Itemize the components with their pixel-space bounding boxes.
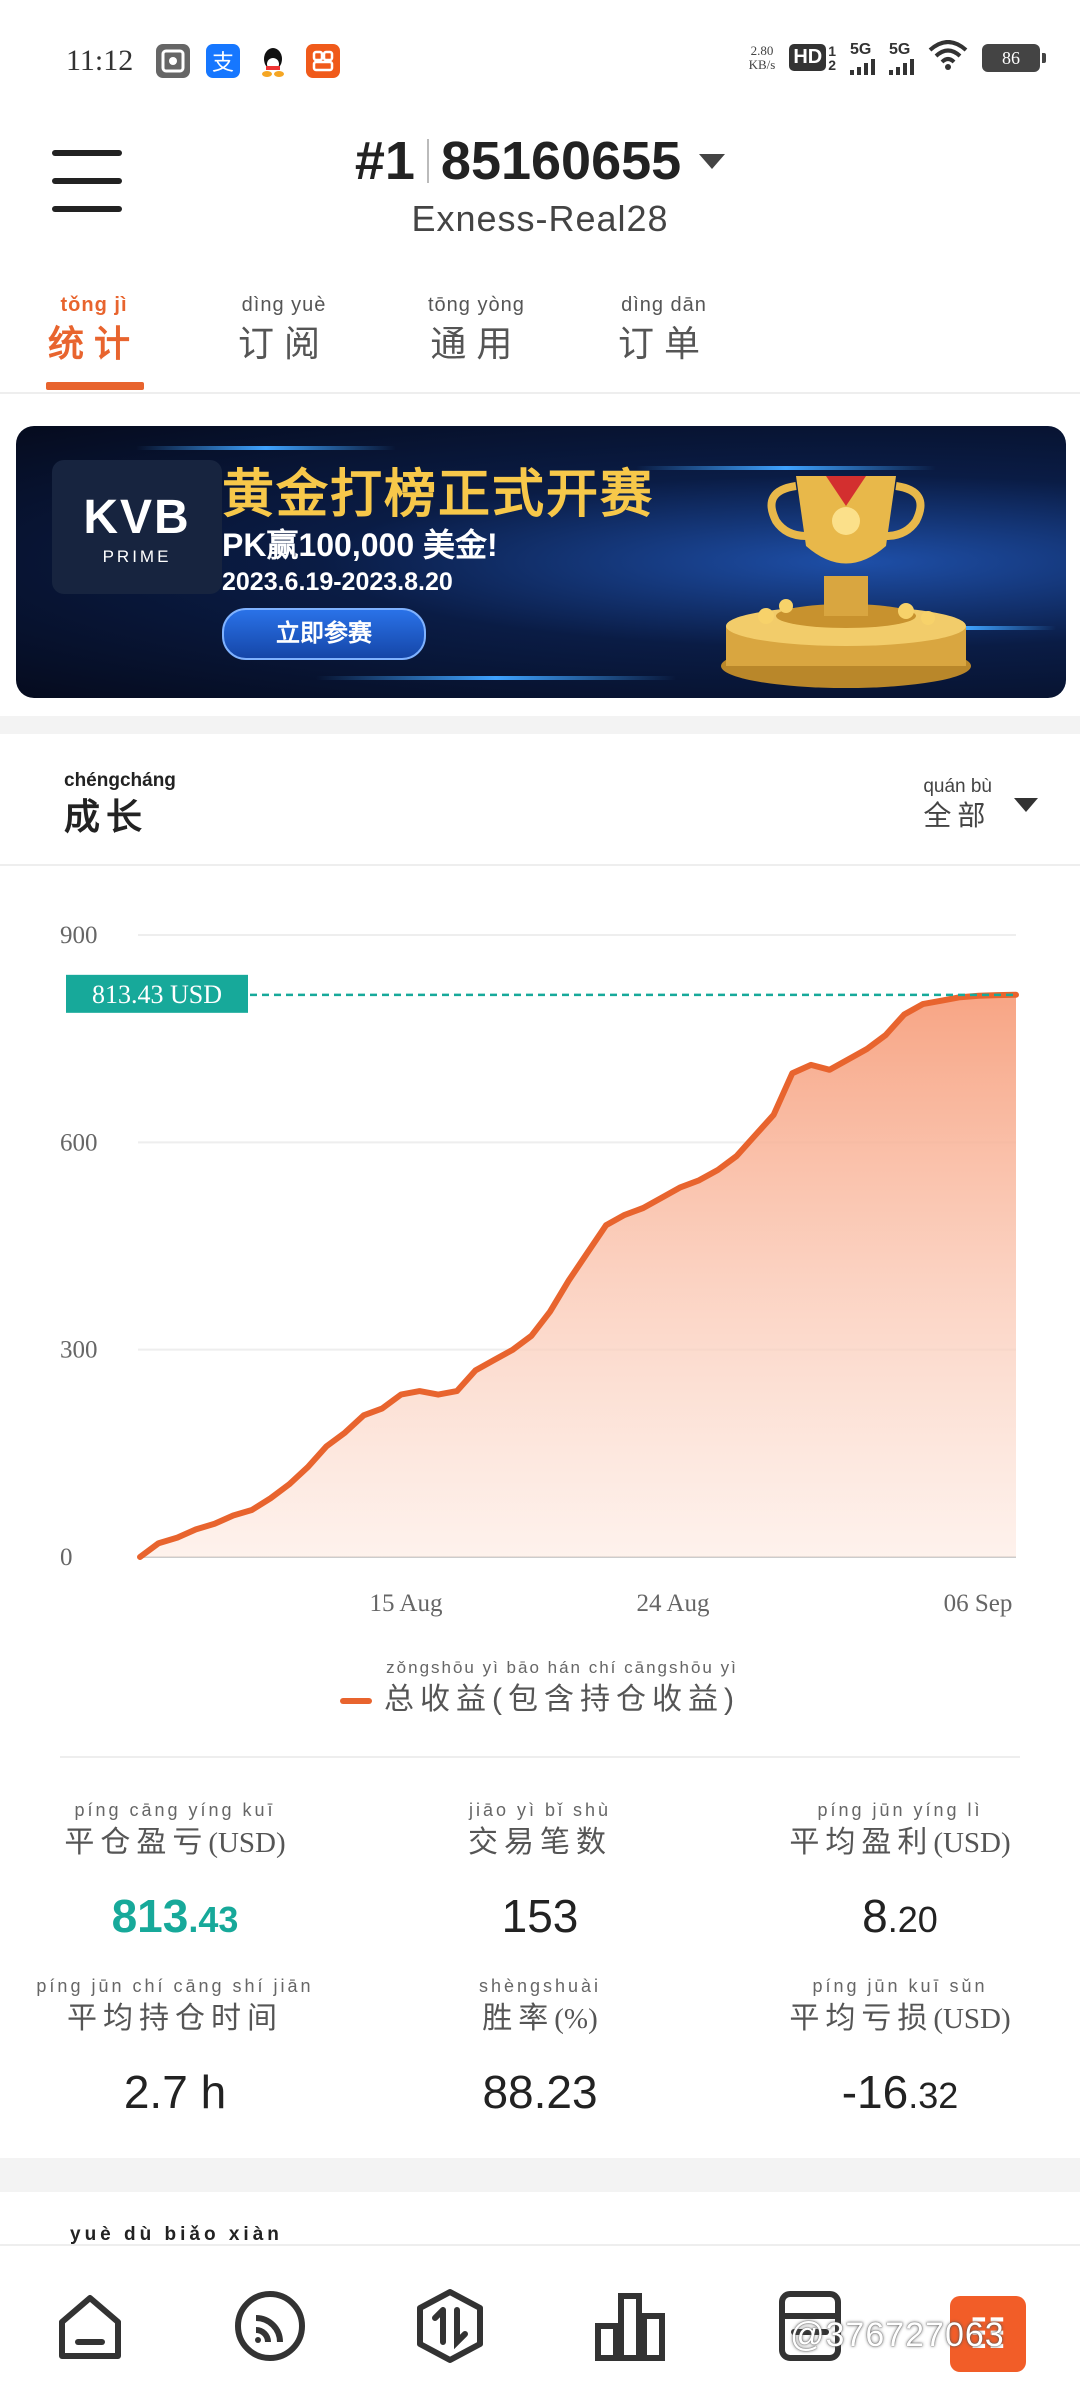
app-grid-icon [306, 44, 340, 78]
feed-icon[interactable] [230, 2286, 310, 2366]
growth-title: chéngcháng 成长 [64, 770, 176, 837]
light-streak [136, 446, 396, 450]
chart-legend: zǒngshōu yì bāo hán chí cāngshōu yì 总收益(… [0, 1658, 1080, 1718]
account-number: 85160655 [440, 131, 682, 191]
home-icon[interactable] [50, 2286, 130, 2366]
range-filter-dropdown[interactable]: quán bù 全部 [923, 776, 1038, 834]
banner-subtitle: PK赢100,000 美金! [222, 527, 498, 563]
x-tick-label: 15 Aug [370, 1590, 443, 1617]
y-tick-label: 300 [60, 1337, 98, 1364]
tab-bar: tǒng jì 统计 dìng yuè 订阅 tōng yòng 通用 dìng dā… [0, 280, 1080, 394]
account-rank: #1 [354, 131, 415, 191]
stat-avg-loss: píng jūn kuī sǔn 平均亏损(USD) -16.32 [789, 1976, 1011, 2118]
divider [60, 1756, 1020, 1758]
stat-avg-profit: píng jūn yíng lì 平均盈利(USD) 8.20 [789, 1800, 1011, 1942]
current-value-label: 813.43 USD [92, 980, 222, 1009]
trophy-icon [721, 476, 971, 688]
x-tick-label: 06 Sep [944, 1590, 1013, 1617]
join-button[interactable]: 立即参赛 [222, 608, 426, 660]
status-bar: 11:12 支 2.80 KB/s HD 12 5G 5G 86 [0, 0, 1080, 120]
x-tick-label: 24 Aug [637, 1590, 710, 1617]
banner-title: 黄金打榜正式开赛 [222, 466, 655, 524]
stat-closed-pnl: píng cāng yíng kuī 平仓盈亏(USD) 813.43 [64, 1800, 286, 1942]
legend-swatch [340, 1698, 372, 1704]
growth-chart-svg: 900 600 300 0 15 Aug 24 Aug 06 Sep 813.43 USD [60, 922, 1019, 1617]
banner-dates: 2023.6.19-2023.8.20 [222, 568, 453, 596]
stat-win-rate: shèngshuài 胜率(%) 88.23 [478, 1976, 602, 2118]
signal-sim1-icon: 5G [850, 41, 875, 75]
battery-icon: 86 [982, 43, 1046, 72]
wifi-icon [928, 40, 968, 75]
section-divider [0, 716, 1080, 734]
y-tick-label: 0 [60, 1544, 73, 1571]
trade-icon[interactable] [410, 2286, 490, 2366]
tab-subscribe[interactable]: dìng yuè 订阅 [238, 294, 330, 367]
promo-banner[interactable]: KVB PRIME 黄金打榜正式开赛 PK赢100,000 美金! 2023.6… [16, 426, 1066, 698]
chevron-down-icon[interactable] [699, 153, 726, 169]
light-streak [316, 676, 676, 680]
tab-orders[interactable]: dìng dān 订单 [618, 294, 710, 367]
network-speed: 2.80 KB/s [748, 42, 776, 72]
y-tick-label: 900 [60, 922, 98, 949]
section-divider [0, 2158, 1080, 2192]
server-name: Exness-Real28 [411, 198, 669, 239]
watermark: @376727063 [790, 2316, 1005, 2354]
hd-voice-indicator: HD 12 [789, 43, 836, 72]
monthly-performance-title: yuè dù biǎo xiàn [70, 2224, 283, 2245]
tab-general[interactable]: tōng yòng 通用 [428, 294, 525, 367]
chart-icon[interactable] [590, 2286, 670, 2366]
tab-active-indicator [46, 382, 144, 390]
chevron-down-icon[interactable] [1014, 798, 1038, 812]
divider [426, 139, 429, 183]
svg-text:支: 支 [212, 51, 234, 76]
qq-icon [256, 44, 290, 78]
alipay-icon: 支 [206, 44, 240, 78]
stat-avg-hold-time: píng jūn chí cāng shí jiān 平均持仓时间 2.7 h [36, 1976, 314, 2118]
legend-label: 总收益(包含持仓收益) [384, 1683, 740, 1716]
kvb-logo: KVB PRIME [52, 460, 222, 594]
series-area [140, 994, 1016, 1557]
status-time: 11:12 [66, 44, 134, 77]
scan-app-icon [156, 44, 190, 78]
stat-trade-count: jiāo yì bǐ shù 交易笔数 153 [468, 1800, 612, 1942]
tab-statistics[interactable]: tǒng jì 统计 [48, 294, 140, 367]
growth-header: chéngcháng 成长 quán bù 全部 [0, 736, 1080, 866]
account-header: #1 85160655 Exness-Real28 [0, 120, 1080, 270]
growth-chart[interactable]: 900 600 300 0 15 Aug 24 Aug 06 Sep 813.43 USD [0, 880, 1080, 1640]
account-selector[interactable]: #1 85160655 Exness-Real28 [0, 130, 1080, 240]
y-tick-label: 600 [60, 1129, 98, 1156]
signal-sim2-icon: 5G [889, 41, 914, 75]
